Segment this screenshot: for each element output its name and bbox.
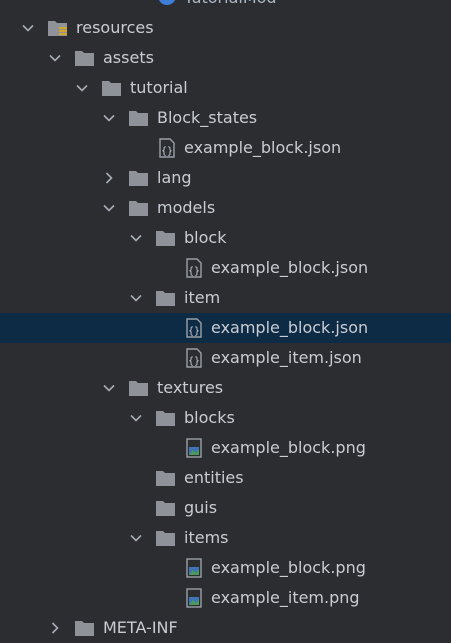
- folder-icon: [155, 468, 177, 488]
- folder-icon: [155, 288, 177, 308]
- tree-item-label: example_block.png: [211, 558, 366, 577]
- folder-icon: [155, 528, 177, 548]
- tree-item-file[interactable]: example_item.png: [0, 583, 451, 613]
- tree-item-lang[interactable]: lang: [0, 163, 451, 193]
- json-file-icon: {}: [184, 258, 206, 278]
- module-icon: [156, 0, 178, 7]
- json-file-icon: {}: [184, 318, 206, 338]
- chevron-down-icon[interactable]: [101, 200, 117, 216]
- chevron-down-icon[interactable]: [101, 380, 117, 396]
- tree-item-label: resources: [76, 18, 154, 37]
- tree-item-label: models: [157, 198, 216, 217]
- chevron-right-icon[interactable]: [101, 170, 117, 186]
- folder-icon: [155, 498, 177, 518]
- tree-item-tutorial[interactable]: tutorial: [0, 73, 451, 103]
- tree-item-label: Block_states: [157, 108, 258, 127]
- folder-icon: [155, 408, 177, 428]
- tree-item-label: META-INF: [103, 618, 178, 637]
- chevron-right-icon[interactable]: [47, 620, 63, 636]
- svg-text:{}: {}: [188, 266, 200, 277]
- folder-icon: [128, 108, 150, 128]
- folder-icon: [74, 48, 96, 68]
- tree-item-label: block: [184, 228, 227, 247]
- tree-item-label: item: [184, 288, 221, 307]
- tree-item-meta-inf[interactable]: META-INF: [0, 613, 451, 643]
- tree-item-item[interactable]: item: [0, 283, 451, 313]
- image-file-icon: [184, 438, 206, 458]
- tree-item-module[interactable]: TutorialMod: [0, 0, 451, 13]
- tree-item-label: textures: [157, 378, 224, 397]
- chevron-down-icon[interactable]: [74, 80, 90, 96]
- tree-item-file[interactable]: {} example_block.json: [0, 133, 451, 163]
- folder-icon: [155, 228, 177, 248]
- chevron-down-icon[interactable]: [128, 230, 144, 246]
- tree-item-resources[interactable]: resources: [0, 13, 451, 43]
- tree-item-file[interactable]: example_block.png: [0, 433, 451, 463]
- tree-item-label: example_block.png: [211, 438, 366, 457]
- svg-text:{}: {}: [161, 146, 173, 157]
- tree-item-file-selected[interactable]: {} example_block.json: [0, 313, 451, 343]
- json-file-icon: {}: [157, 138, 179, 158]
- tree-item-label: blocks: [184, 408, 235, 427]
- json-file-icon: {}: [184, 348, 206, 368]
- chevron-down-icon[interactable]: [128, 410, 144, 426]
- tree-item-label: tutorial: [130, 78, 188, 97]
- image-file-icon: [184, 588, 206, 608]
- tree-item-label: example_block.json: [211, 258, 369, 277]
- tree-item-block-states[interactable]: Block_states: [0, 103, 451, 133]
- tree-item-label: assets: [103, 48, 154, 67]
- tree-item-label: example_block.json: [184, 138, 342, 157]
- folder-icon: [101, 78, 123, 98]
- tree-item-guis[interactable]: guis: [0, 493, 451, 523]
- chevron-down-icon[interactable]: [128, 290, 144, 306]
- tree-item-label: items: [184, 528, 229, 547]
- tree-item-file[interactable]: {} example_block.json: [0, 253, 451, 283]
- folder-icon: [128, 378, 150, 398]
- tree-item-label: guis: [184, 498, 218, 517]
- folder-icon: [74, 618, 96, 638]
- resources-folder-icon: [47, 18, 69, 38]
- chevron-down-icon[interactable]: [101, 110, 117, 126]
- tree-item-block[interactable]: block: [0, 223, 451, 253]
- chevron-down-icon[interactable]: [20, 20, 36, 36]
- chevron-down-icon[interactable]: [128, 530, 144, 546]
- tree-item-label: example_block.json: [211, 318, 369, 337]
- tree-item-file[interactable]: example_block.png: [0, 553, 451, 583]
- tree-item-blocks[interactable]: blocks: [0, 403, 451, 433]
- image-file-icon: [184, 558, 206, 578]
- tree-item-file[interactable]: {} example_item.json: [0, 343, 451, 373]
- chevron-down-icon[interactable]: [47, 50, 63, 66]
- svg-text:{}: {}: [188, 356, 200, 367]
- svg-text:{}: {}: [188, 326, 200, 337]
- tree-item-label: lang: [157, 168, 192, 187]
- tree-item-label: entities: [184, 468, 244, 487]
- tree-item-entities[interactable]: entities: [0, 463, 451, 493]
- project-tree: TutorialMod resources assets tutorial: [0, 0, 451, 643]
- tree-item-textures[interactable]: textures: [0, 373, 451, 403]
- tree-item-label: example_item.json: [211, 348, 362, 367]
- tree-item-label: TutorialMod: [184, 0, 277, 8]
- tree-item-items[interactable]: items: [0, 523, 451, 553]
- folder-icon: [128, 198, 150, 218]
- tree-item-models[interactable]: models: [0, 193, 451, 223]
- tree-item-label: example_item.png: [211, 588, 360, 607]
- folder-icon: [128, 168, 150, 188]
- tree-item-assets[interactable]: assets: [0, 43, 451, 73]
